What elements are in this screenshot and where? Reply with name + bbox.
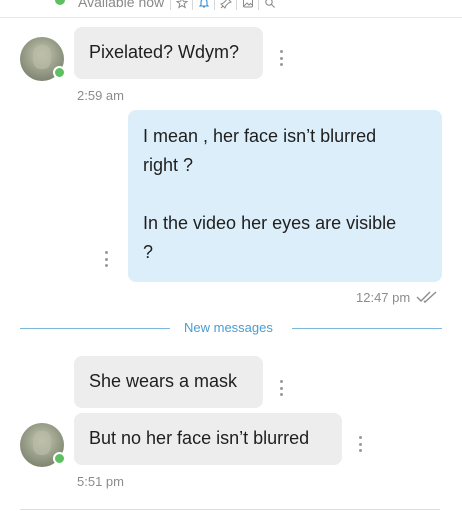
message-text: Pixelated? Wdym?: [89, 42, 240, 62]
message-options-icon[interactable]: [105, 251, 109, 267]
message-text: But no her face isn’t blurred: [89, 428, 310, 448]
incoming-message-bubble[interactable]: She wears a mask: [74, 356, 263, 408]
incoming-message-bubble[interactable]: Pixelated? Wdym?: [74, 27, 263, 79]
message-timestamp: 12:47 pm: [356, 290, 411, 305]
avatar[interactable]: [20, 423, 66, 467]
bell-icon[interactable]: [192, 0, 214, 10]
divider-line: [20, 509, 440, 510]
search-icon[interactable]: [258, 0, 280, 10]
online-indicator: [53, 66, 66, 79]
star-icon[interactable]: [170, 0, 192, 10]
read-receipt-icon: [416, 291, 437, 303]
avatar[interactable]: [20, 37, 66, 81]
image-icon[interactable]: [236, 0, 258, 10]
pin-icon[interactable]: [214, 0, 236, 10]
message-options-icon[interactable]: [280, 50, 284, 66]
new-messages-divider: New messages: [184, 320, 273, 335]
message-text: She wears a mask: [89, 371, 238, 391]
message-text: I mean , her face isn’t blurred right ? …: [143, 126, 397, 262]
divider-line: [292, 328, 442, 329]
header-toolbar: [170, 0, 280, 12]
availability-status: Available now: [78, 0, 165, 10]
outgoing-message-bubble[interactable]: I mean , her face isn’t blurred right ? …: [128, 110, 442, 282]
chat-header: Available now: [0, 0, 462, 18]
divider-line: [20, 328, 170, 329]
online-status-dot: [55, 0, 65, 5]
message-options-icon[interactable]: [359, 436, 363, 452]
message-options-icon[interactable]: [280, 380, 284, 396]
online-indicator: [53, 452, 66, 465]
message-timestamp: 2:59 am: [77, 88, 124, 103]
incoming-message-bubble[interactable]: But no her face isn’t blurred: [74, 413, 342, 465]
message-timestamp: 5:51 pm: [77, 474, 124, 489]
